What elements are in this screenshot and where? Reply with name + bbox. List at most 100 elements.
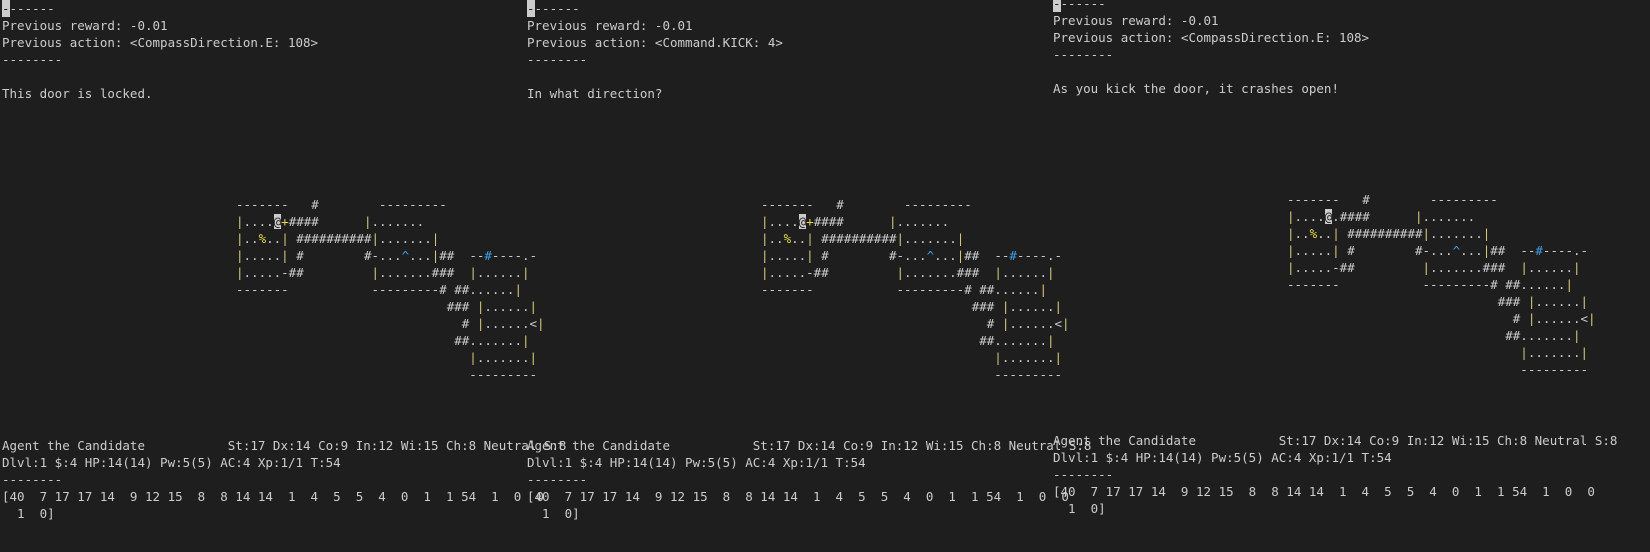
food-item-glyph: % — [783, 231, 792, 246]
wall-glyph: | — [431, 231, 440, 246]
terminal-cursor: - — [1053, 0, 1061, 12]
wall-glyph: | — [281, 231, 289, 246]
map-row: ##.......| — [236, 332, 545, 349]
map-text: .......### — [379, 265, 470, 280]
wall-glyph: | — [1287, 260, 1295, 275]
observation-vector-line2: 1 0] — [1053, 501, 1106, 516]
map-text: ..... — [768, 248, 807, 263]
status-line-attributes: Agent the Candidate St:17 Dx:14 Co:9 In:… — [1053, 433, 1618, 448]
wall-glyph: | — [469, 265, 477, 280]
map-row: ------- # --------- — [236, 196, 545, 213]
map-text: ...... — [994, 282, 1040, 297]
wall-glyph: | — [1414, 209, 1423, 224]
map-row: |..%..| ##########|.......| — [761, 230, 1070, 247]
open-door-glyph: + — [806, 214, 814, 229]
map-text: ----.- — [1542, 243, 1589, 258]
map-text: ------- # --------- — [761, 197, 972, 212]
doorway-glyph: # — [484, 248, 492, 263]
map-text: .... — [768, 214, 799, 229]
food-item-glyph: % — [1309, 226, 1318, 241]
map-row: |.......| — [761, 349, 1070, 366]
trap-glyph: ^ — [401, 248, 410, 263]
map-row: |....@.#### |....... — [1287, 208, 1596, 225]
map-row: |.....-## |.......### |......| — [236, 264, 545, 281]
map-text: # — [1287, 311, 1528, 326]
wall-glyph: | — [1422, 260, 1430, 275]
previous-reward: Previous reward: -0.01 — [527, 18, 693, 33]
map-text: # #-... — [813, 248, 927, 263]
status-line-vitals: Dlvl:1 $:4 HP:14(14) Pw:5(5) AC:4 Xp:1/1… — [527, 455, 866, 470]
map-text: ------- ---------# ## — [236, 282, 470, 297]
observation-vector-line1: [40 7 17 17 14 9 12 15 8 8 14 14 1 4 5 5… — [1053, 484, 1595, 499]
map-row: # |......<| — [236, 315, 545, 332]
wall-glyph: | — [896, 265, 904, 280]
map-text: .. — [1317, 226, 1333, 241]
map-text: ....... — [904, 231, 957, 246]
map-text: .. — [768, 231, 784, 246]
wall-glyph: | — [236, 248, 244, 263]
map-text: ########## — [288, 231, 372, 246]
map-row: |.....-## |.......### |......| — [1287, 259, 1596, 276]
map-row: ### |......| — [1287, 293, 1596, 310]
map-text: ....... — [1527, 345, 1581, 360]
wall-glyph: | — [806, 248, 814, 263]
map-row: ### |......| — [761, 298, 1070, 315]
status-line-vitals: Dlvl:1 $:4 HP:14(14) Pw:5(5) AC:4 Xp:1/1… — [2, 455, 341, 470]
wall-glyph: | — [888, 214, 897, 229]
wall-glyph: | — [761, 265, 769, 280]
previous-reward: Previous reward: -0.01 — [1053, 13, 1219, 28]
map-row: |..%..| ##########|.......| — [1287, 225, 1596, 242]
wall-glyph: | — [1039, 282, 1047, 297]
terminal-cursor: - — [527, 0, 535, 17]
map-row: ------- # --------- — [1287, 191, 1596, 208]
map-row: |.......| — [1287, 344, 1596, 361]
map-row: # |......<| — [1287, 310, 1596, 327]
map-text: ....... — [371, 214, 425, 229]
wall-glyph: | — [371, 265, 379, 280]
map-text: # — [761, 316, 1002, 331]
terminal-panel-1: ------- Previous reward: -0.01 Previous … — [0, 0, 566, 552]
food-item-glyph: % — [258, 231, 267, 246]
map-text: # #-... — [288, 248, 402, 263]
map-row: --------- — [236, 366, 545, 383]
map-row: --------- — [761, 366, 1070, 383]
map-row: |.....| # #-...^...|## --#----.- — [761, 247, 1070, 264]
map-text: .. — [791, 231, 807, 246]
header-separator: -------- — [2, 52, 63, 67]
map-text: ... — [409, 248, 432, 263]
wall-glyph: | — [761, 214, 769, 229]
map-text: ...... — [1527, 260, 1573, 275]
map-text: ### — [236, 299, 477, 314]
map-text: ....... — [476, 350, 530, 365]
wall-glyph: | — [1422, 226, 1431, 241]
map-text: ...... — [1535, 294, 1581, 309]
map-text: .....-## — [1294, 260, 1423, 275]
wall-glyph: | — [236, 265, 244, 280]
wall-glyph: | — [1580, 345, 1589, 360]
map-text: ## -- — [1490, 243, 1536, 258]
map-row: ##.......| — [761, 332, 1070, 349]
map-text: ##....... — [1287, 328, 1573, 343]
map-text: #### — [288, 214, 364, 229]
dungeon-map: ------- # --------- |....@+#### |....... |… — [236, 196, 545, 383]
wall-glyph: | — [1565, 277, 1573, 292]
status-area: Agent the Candidate St:17 Dx:14 Co:9 In:… — [1053, 432, 1617, 517]
map-text: .. — [266, 231, 282, 246]
message-header: ------- Previous reward: -0.01 Previous … — [2, 0, 318, 102]
terminal-cursor: - — [2, 0, 10, 17]
wall-glyph: | — [806, 231, 814, 246]
wall-glyph: | — [281, 248, 289, 263]
wall-glyph: | — [1580, 294, 1589, 309]
wall-glyph: | — [1332, 226, 1340, 241]
message-header: ------- Previous reward: -0.01 Previous … — [1053, 0, 1369, 97]
map-row: |....@+#### |....... — [236, 213, 545, 230]
map-row: |.....| # #-...^...|## --#----.- — [1287, 242, 1596, 259]
wall-glyph: | — [1482, 226, 1491, 241]
map-text — [1287, 345, 1520, 360]
map-row: |.....| # #-...^...|## --#----.- — [236, 247, 545, 264]
map-text: ------- # --------- — [1287, 192, 1498, 207]
open-door-glyph: + — [281, 214, 289, 229]
wall-glyph: | — [1573, 260, 1581, 275]
map-text: --------- — [1287, 362, 1589, 377]
map-text: # — [236, 316, 477, 331]
